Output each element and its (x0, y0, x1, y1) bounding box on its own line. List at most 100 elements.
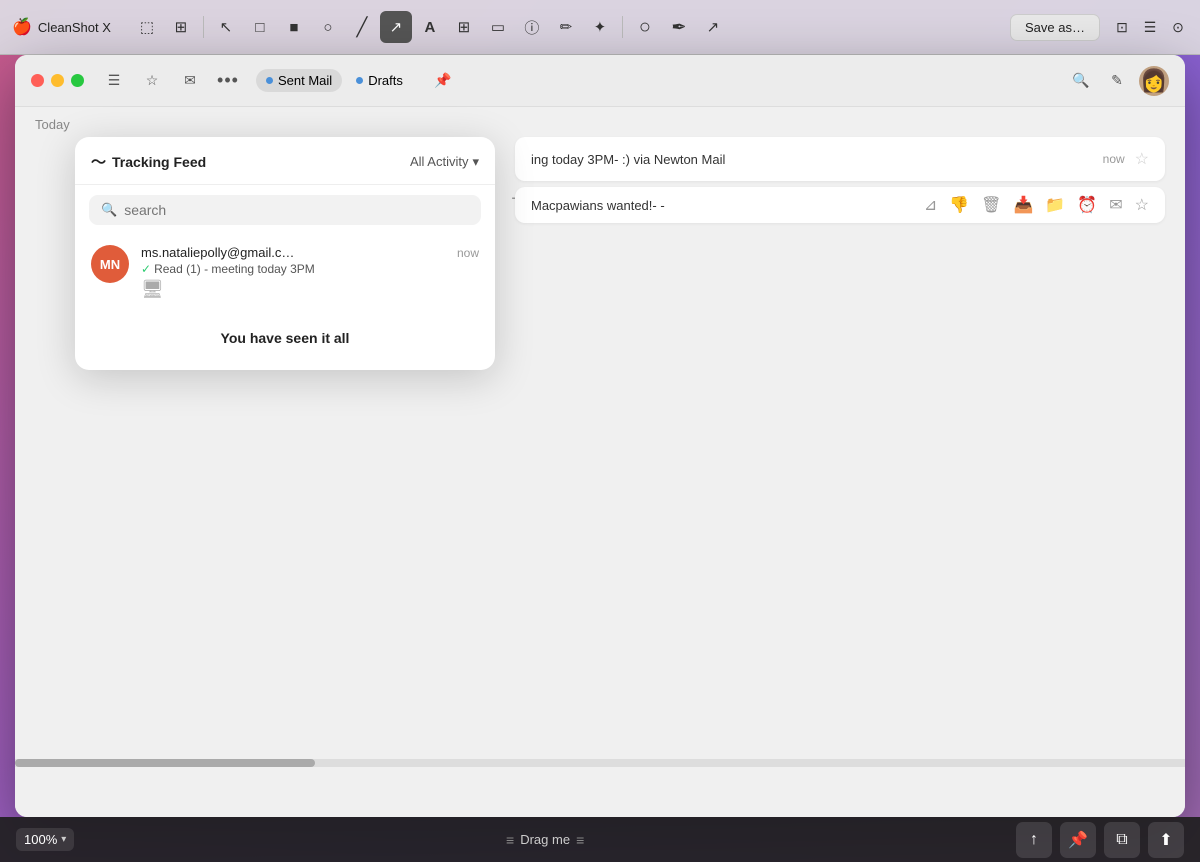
crop-tool-btn[interactable]: ⬚ (131, 11, 163, 43)
archive-action-btn[interactable]: 📥 (1013, 195, 1033, 215)
pin-btn[interactable]: 📌 (429, 67, 457, 95)
tab-drafts-label: Drafts (368, 73, 403, 88)
mail-star-btn[interactable]: ☆ (1135, 149, 1149, 169)
zoom-control[interactable]: 100% ▾ (16, 828, 74, 851)
app-window: ☰ ☆ ✉ ••• Sent Mail Drafts 📌 🔍 ✎ 👩 Today (15, 55, 1185, 817)
compose-btn[interactable]: ✉ (176, 67, 204, 95)
envelope-action-btn[interactable]: ✉ (1109, 195, 1122, 215)
color-circle-btn[interactable]: ○ (629, 11, 661, 43)
tracking-feed-popup: 〜 Tracking Feed All Activity ▾ 🔍 MN (75, 137, 495, 370)
star-action-btn[interactable]: ☆ (1135, 195, 1149, 215)
cleanshot-toolbar: 🍎 CleanShot X ⬚ ⊞ ↖ □ ■ ○ ╱ ↗ A ⊞ ▭ ⓘ ✏ … (0, 0, 1200, 55)
app-titlebar: ☰ ☆ ✉ ••• Sent Mail Drafts 📌 🔍 ✎ 👩 (15, 55, 1185, 107)
feed-description: ✓ Read (1) - meeting today 3PM (141, 262, 479, 276)
arrow-tool-btn[interactable]: ↗ (380, 11, 412, 43)
cleanshot-tools: ⬚ ⊞ ↖ □ ■ ○ ╱ ↗ A ⊞ ▭ ⓘ ✏ ✦ ○ ✒ ↗ (131, 11, 729, 43)
capture-icon[interactable]: ⊡ (1112, 17, 1132, 37)
mail-actions-subject: Macpawians wanted!- - (531, 198, 912, 213)
trash-action-btn[interactable]: 🗑 (981, 195, 1001, 215)
avatar-img: 👩 (1140, 68, 1167, 94)
search-bar: 🔍 (89, 195, 481, 225)
tab-sent-mail-label: Sent Mail (278, 73, 332, 88)
search-btn[interactable]: 🔍 (1067, 67, 1095, 95)
toolbar-divider-2 (622, 16, 623, 38)
cleanshot-right-controls: Save as… ⊡ ☰ ⊙ (1010, 14, 1188, 41)
seen-all-message: You have seen it all (75, 310, 495, 370)
filter-action-btn[interactable]: ⊿ (924, 195, 937, 215)
bottom-actions: ↑ 📌 ⧉ ⬆ (1016, 822, 1184, 858)
drag-label: Drag me (520, 832, 570, 847)
feed-top: ms.nataliepolly@gmail.c… now (141, 245, 479, 260)
feed-email: ms.nataliepolly@gmail.c… (141, 245, 294, 260)
activity-filter-btn[interactable]: All Activity ▾ (410, 154, 479, 170)
search-input[interactable] (124, 202, 469, 218)
record-icon[interactable]: ⊙ (1168, 17, 1188, 37)
share-btn[interactable]: ↑ (1016, 822, 1052, 858)
mail-actions-bar: Macpawians wanted!- - ⊿ 👎 🗑 📥 📁 ⏰ ✉ ☆ (515, 187, 1165, 223)
drag-lines-icon-right: ≡ (576, 832, 584, 848)
capture-ui-tool-btn[interactable]: ⊞ (165, 11, 197, 43)
zoom-level: 100% (24, 832, 57, 847)
feed-desc-text: Read (1) - meeting today 3PM (154, 262, 315, 276)
close-button[interactable] (31, 74, 44, 87)
system-icons: ⊡ ☰ ⊙ (1112, 17, 1188, 37)
layers-btn[interactable]: ⧉ (1104, 822, 1140, 858)
tab-drafts[interactable]: Drafts (346, 69, 413, 92)
feed-time: now (457, 246, 479, 260)
popup-header: 〜 Tracking Feed All Activity ▾ (75, 137, 495, 185)
pixelate-tool-btn[interactable]: ⊞ (448, 11, 480, 43)
toolbar-divider-1 (203, 16, 204, 38)
feed-item[interactable]: MN ms.nataliepolly@gmail.c… now ✓ Read (… (75, 235, 495, 310)
edit-btn[interactable]: ✎ (1103, 67, 1131, 95)
tracking-feed-title: Tracking Feed (112, 154, 206, 170)
drag-lines-icon: ≡ (506, 832, 514, 848)
pencil-tool-btn[interactable]: ✏ (550, 11, 582, 43)
text-tool-btn[interactable]: A (414, 11, 446, 43)
star-btn[interactable]: ☆ (138, 67, 166, 95)
more-btn[interactable]: ••• (214, 67, 242, 95)
save-as-button[interactable]: Save as… (1010, 14, 1100, 41)
pin-action-btn[interactable]: 📌 (1060, 822, 1096, 858)
cleanshot-app-name: CleanShot X (38, 20, 111, 35)
thumbsdown-action-btn[interactable]: 👎 (949, 195, 969, 215)
titlebar-right: 🔍 ✎ 👩 (1067, 66, 1169, 96)
pointer-tool-btn[interactable]: ↖ (210, 11, 242, 43)
rect-tool-btn[interactable]: □ (244, 11, 276, 43)
mail-item[interactable]: ing today 3PM- :) via Newton Mail now ☆ (515, 137, 1165, 181)
maximize-button[interactable] (71, 74, 84, 87)
clock-action-btn[interactable]: ⏰ (1077, 195, 1097, 215)
line-tool-btn[interactable]: ╱ (346, 11, 378, 43)
list-icon[interactable]: ☰ (1140, 17, 1160, 37)
mail-list: ing today 3PM- :) via Newton Mail now ☆ … (515, 137, 1165, 229)
info-circle-tool-btn[interactable]: ⓘ (516, 11, 548, 43)
hamburger-btn[interactable]: ☰ (100, 67, 128, 95)
drag-handle[interactable]: ≡ Drag me ≡ (506, 832, 584, 848)
device-icon: 🖥 (141, 279, 479, 300)
apple-logo-icon: 🍎 (12, 17, 32, 37)
stamp-tool-btn[interactable]: ✦ (584, 11, 616, 43)
highlight-tool-btn[interactable]: ▭ (482, 11, 514, 43)
scroll-thumb[interactable] (15, 759, 315, 767)
upload-btn[interactable]: ⬆ (1148, 822, 1184, 858)
pen-color-btn[interactable]: ✒ (663, 11, 695, 43)
minimize-button[interactable] (51, 74, 64, 87)
checkmark-icon: ✓ (141, 262, 151, 276)
content-area: Today 〜 Tracking Feed All Activity ▾ 🔍 (15, 107, 1185, 817)
search-icon: 🔍 (101, 202, 117, 218)
scroll-track[interactable] (15, 759, 1185, 767)
tab-sent-mail[interactable]: Sent Mail (256, 69, 342, 92)
cleanshot-app-title: 🍎 CleanShot X (12, 17, 111, 37)
traffic-lights (31, 74, 84, 87)
circle-tool-btn[interactable]: ○ (312, 11, 344, 43)
drafts-dot (356, 77, 363, 84)
mail-tabs: Sent Mail Drafts (256, 69, 413, 92)
popup-title: 〜 Tracking Feed (91, 151, 206, 172)
activity-filter-label: All Activity (410, 154, 469, 169)
arrow-color-btn[interactable]: ↗ (697, 11, 729, 43)
filled-rect-tool-btn[interactable]: ■ (278, 11, 310, 43)
avatar[interactable]: 👩 (1139, 66, 1169, 96)
feed-avatar: MN (91, 245, 129, 283)
feed-content: ms.nataliepolly@gmail.c… now ✓ Read (1) … (141, 245, 479, 300)
folder-action-btn[interactable]: 📁 (1045, 195, 1065, 215)
chevron-down-icon: ▾ (472, 154, 479, 170)
